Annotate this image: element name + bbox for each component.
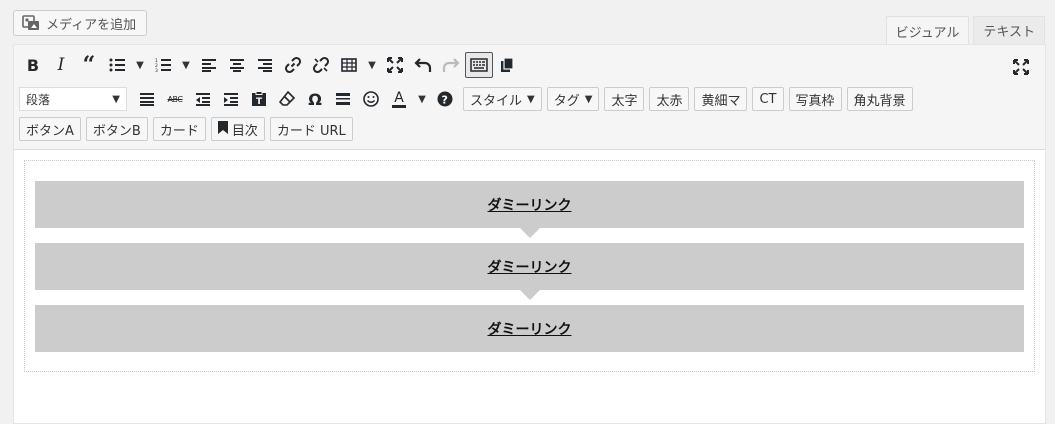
clear-format-icon[interactable] <box>273 86 301 112</box>
chevron-down-icon: ▼ <box>112 93 120 105</box>
link-icon[interactable] <box>279 52 307 78</box>
svg-text:T: T <box>256 97 263 107</box>
card-url-button[interactable]: カード URL <box>269 117 353 141</box>
yellow-marker-button[interactable]: 黄細マ <box>694 87 748 111</box>
dummy-link[interactable]: ダミーリンク <box>488 195 572 215</box>
ct-button[interactable]: CT <box>752 87 784 111</box>
format-select[interactable]: 段落 ▼ <box>19 87 127 111</box>
svg-text:3: 3 <box>155 68 158 72</box>
emoji-icon[interactable] <box>357 86 385 112</box>
toc-button[interactable]: 目次 <box>210 117 265 141</box>
italic-icon[interactable]: I <box>47 52 75 78</box>
photo-frame-button[interactable]: 写真枠 <box>788 87 842 111</box>
style-dropdown-label: スタイル <box>470 93 523 109</box>
tab-visual[interactable]: ビジュアル <box>885 16 970 45</box>
toolbar-toggle-icon[interactable] <box>465 52 493 78</box>
indent-icon[interactable] <box>217 86 245 112</box>
arrow-down-icon <box>520 290 540 300</box>
bold-style-button[interactable]: 太字 <box>604 87 645 111</box>
table-dropdown-icon[interactable]: ▼ <box>363 52 381 78</box>
editor-toolbar: B I “ ▼ 123 ▼ ▼ 段落 ▼ ABC T Ω A ▼ ? スタイル … <box>14 45 1045 150</box>
rounded-bg-button[interactable]: 角丸背景 <box>846 87 913 111</box>
toc-button-label: 目次 <box>231 123 258 139</box>
justify-icon[interactable] <box>133 86 161 112</box>
numbered-list-icon[interactable]: 123 <box>149 52 177 78</box>
omega-glyph: Ω <box>308 89 322 109</box>
help-icon[interactable]: ? <box>431 86 459 112</box>
tab-text[interactable]: テキスト <box>973 16 1045 44</box>
dummy-link-box: ダミーリンク <box>35 305 1024 352</box>
copy-icon[interactable] <box>493 52 521 78</box>
button-a-button[interactable]: ボタンA <box>19 117 81 141</box>
card-button[interactable]: カード <box>152 117 206 141</box>
tag-dropdown-label: タグ <box>553 93 580 109</box>
chevron-down-icon: ▼ <box>527 93 535 105</box>
horizontal-line-icon[interactable] <box>329 86 357 112</box>
bold-red-button[interactable]: 太赤 <box>649 87 690 111</box>
align-right-icon[interactable] <box>251 52 279 78</box>
redo-icon[interactable] <box>437 52 465 78</box>
blockquote-icon[interactable]: “ <box>75 52 103 78</box>
bold-icon[interactable]: B <box>19 52 47 78</box>
unlink-icon[interactable] <box>307 52 335 78</box>
align-left-icon[interactable] <box>195 52 223 78</box>
paste-text-icon[interactable]: T <box>245 86 273 112</box>
strikethrough-glyph: ABC <box>167 94 183 104</box>
text-color-glyph: A <box>392 89 406 108</box>
tag-dropdown[interactable]: タグ ▼ <box>546 87 600 111</box>
bookmark-icon <box>217 120 228 138</box>
bullet-list-dropdown-icon[interactable]: ▼ <box>131 52 149 78</box>
chevron-down-icon: ▼ <box>584 93 593 105</box>
toolbar-row-2: 段落 ▼ ABC T Ω A ▼ ? スタイル ▼ タグ ▼ 太字 太赤 黄細マ… <box>19 86 918 112</box>
numbered-list-dropdown-icon[interactable]: ▼ <box>177 52 195 78</box>
editor-container: B I “ ▼ 123 ▼ ▼ 段落 ▼ ABC T Ω A ▼ ? スタイル … <box>13 44 1046 424</box>
editor-content[interactable]: ダミーリンク ダミーリンク ダミーリンク <box>24 160 1035 372</box>
table-icon[interactable] <box>335 52 363 78</box>
add-media-button[interactable]: メディアを追加 <box>13 10 148 36</box>
dummy-link[interactable]: ダミーリンク <box>488 257 572 277</box>
arrow-down-icon <box>520 228 540 238</box>
undo-icon[interactable] <box>409 52 437 78</box>
svg-text:?: ? <box>442 94 448 107</box>
strikethrough-icon[interactable]: ABC <box>161 86 189 112</box>
style-dropdown[interactable]: スタイル ▼ <box>463 87 542 111</box>
editor-tabs: ビジュアル テキスト <box>885 16 1045 45</box>
dummy-link-box: ダミーリンク <box>35 243 1024 300</box>
toolbar-row-3: ボタンA ボタンB カード 目次 カード URL <box>19 116 358 142</box>
button-b-button[interactable]: ボタンB <box>85 117 148 141</box>
media-add-icon <box>22 15 40 31</box>
fullscreen-icon[interactable] <box>381 52 409 78</box>
special-char-icon[interactable]: Ω <box>301 86 329 112</box>
toolbar-row-1: B I “ ▼ 123 ▼ ▼ <box>19 52 521 78</box>
add-media-label: メディアを追加 <box>46 17 137 33</box>
align-center-icon[interactable] <box>223 52 251 78</box>
bullet-list-icon[interactable] <box>103 52 131 78</box>
format-select-value: 段落 <box>26 92 51 107</box>
distraction-free-icon[interactable] <box>1007 54 1035 80</box>
dummy-link[interactable]: ダミーリンク <box>488 319 572 339</box>
outdent-icon[interactable] <box>189 86 217 112</box>
text-color-icon[interactable]: A <box>385 86 413 112</box>
dummy-link-box: ダミーリンク <box>35 181 1024 238</box>
text-color-dropdown-icon[interactable]: ▼ <box>413 86 431 112</box>
